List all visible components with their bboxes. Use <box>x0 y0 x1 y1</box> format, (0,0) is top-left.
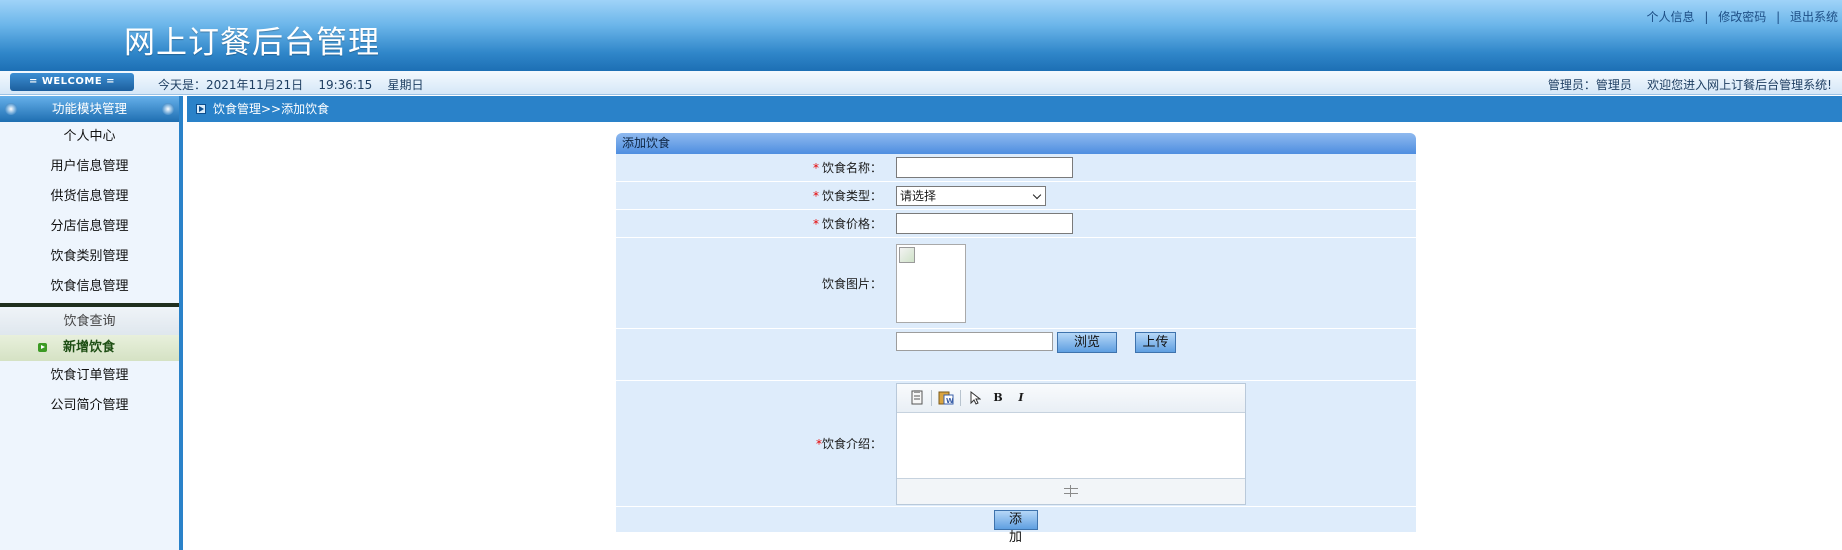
image-label: 饮食图片： <box>821 276 882 291</box>
food-type-select[interactable]: 请选择 <box>896 185 1046 206</box>
orb-icon <box>5 103 17 115</box>
arrow-right-icon <box>38 343 47 352</box>
sidebar-item-food-info[interactable]: 饮食信息管理 <box>0 272 179 302</box>
logout-link[interactable]: 退出系统 <box>1790 10 1838 24</box>
chevron-down-icon <box>1032 190 1042 199</box>
welcome-badge: = WELCOME = <box>10 73 134 91</box>
sidebar-item-company-intro[interactable]: 公司简介管理 <box>0 391 179 421</box>
sidebar-item-branch-info[interactable]: 分店信息管理 <box>0 212 179 242</box>
link-separator: | <box>1704 10 1709 24</box>
paste-text-icon[interactable] <box>907 389 927 407</box>
submit-row: 添 加 <box>616 507 1416 545</box>
toolbar-separator <box>960 389 961 406</box>
paste-word-icon[interactable]: W <box>936 389 956 407</box>
sidebar-header: 功能模块管理 <box>0 96 179 122</box>
file-path-input[interactable] <box>896 332 1053 351</box>
food-price-input[interactable] <box>896 213 1073 234</box>
select-cursor-icon[interactable] <box>965 389 985 407</box>
sidebar-item-food-category[interactable]: 饮食类别管理 <box>0 242 179 272</box>
food-type-selected: 请选择 <box>900 188 937 203</box>
name-label-text: 饮食名称： <box>821 161 882 175</box>
arrow-box-icon <box>196 104 206 114</box>
name-label: * 饮食名称： <box>616 154 896 181</box>
admin-welcome-text: 管理员：管理员 欢迎您进入网上订餐后台管理系统! <box>1547 78 1832 92</box>
orb-icon <box>162 103 174 115</box>
type-label: * 饮食类型： <box>616 182 896 209</box>
header-banner: 网上订餐后台管理 个人信息 | 修改密码 | 退出系统 <box>0 0 1842 71</box>
browse-button[interactable]: 浏览 <box>1057 332 1117 353</box>
submenu-item-label: 新增饮食 <box>63 340 116 355</box>
type-label-text: 饮食类型： <box>821 189 882 203</box>
form-row-image: 饮食图片： <box>616 238 1416 329</box>
form-row-intro: * 饮食介绍： W B I <box>616 381 1416 507</box>
breadcrumb-text: 饮食管理>>添加饮食 <box>213 102 330 116</box>
info-bar: = WELCOME = 今天是：2021年11月21日 19:36:15 星期日… <box>0 71 1842 95</box>
form-title: 添加饮食 <box>616 133 1416 154</box>
svg-text:W: W <box>946 397 954 405</box>
add-food-form: 添加饮食 * 饮食名称： * 饮食类型： 请选择 * 饮食价格： 饮食图片： 浏… <box>616 133 1416 545</box>
add-button[interactable]: 添 加 <box>994 509 1038 545</box>
italic-icon[interactable]: I <box>1011 389 1031 407</box>
required-mark: * <box>812 160 819 175</box>
upload-button[interactable]: 上传 <box>1135 332 1176 353</box>
main-content: 饮食管理>>添加饮食 添加饮食 * 饮食名称： * 饮食类型： 请选择 * 饮食… <box>187 96 1842 550</box>
app-title: 网上订餐后台管理 <box>124 25 380 61</box>
sidebar-item-user-info[interactable]: 用户信息管理 <box>0 152 179 182</box>
form-row-type: * 饮食类型： 请选择 <box>616 182 1416 210</box>
sidebar-title: 功能模块管理 <box>51 101 127 116</box>
breadcrumb: 饮食管理>>添加饮食 <box>187 96 1842 122</box>
editor-toolbar: W B I <box>897 383 1245 413</box>
sidebar-item-supply-info[interactable]: 供货信息管理 <box>0 182 179 212</box>
price-label-text: 饮食价格： <box>821 217 882 231</box>
rich-text-editor: W B I <box>896 382 1246 505</box>
link-separator: | <box>1776 10 1781 24</box>
required-mark: * <box>812 188 819 203</box>
sidebar-item-food-orders[interactable]: 饮食订单管理 <box>0 361 179 391</box>
intro-label-text: 饮食介绍： <box>821 437 882 451</box>
broken-image-icon <box>899 246 915 263</box>
profile-link[interactable]: 个人信息 <box>1647 10 1695 24</box>
bold-icon[interactable]: B <box>988 389 1008 407</box>
toolbar-separator <box>931 389 932 406</box>
form-row-name: * 饮食名称： <box>616 154 1416 182</box>
food-submenu: 饮食查询 新增饮食 <box>0 309 179 361</box>
sidebar-item-personal-center[interactable]: 个人中心 <box>0 122 179 152</box>
resize-handle-icon[interactable] <box>1064 485 1078 497</box>
food-name-input[interactable] <box>896 157 1073 178</box>
change-password-link[interactable]: 修改密码 <box>1718 10 1766 24</box>
required-mark: * <box>812 216 819 231</box>
top-links: 个人信息 | 修改密码 | 退出系统 <box>1647 8 1838 25</box>
price-label: * 饮食价格： <box>616 210 896 237</box>
date-time-text: 今天是：2021年11月21日 19:36:15 星期日 <box>158 78 424 92</box>
form-row-upload: 浏览 上传 <box>616 329 1416 381</box>
submenu-item-food-query[interactable]: 饮食查询 <box>0 309 179 335</box>
form-row-price: * 饮食价格： <box>616 210 1416 238</box>
submenu-item-add-food[interactable]: 新增饮食 <box>0 335 179 361</box>
menu-divider <box>0 303 179 307</box>
intro-editor-area[interactable] <box>897 412 1245 479</box>
intro-label: * 饮食介绍： <box>616 381 896 506</box>
editor-footer <box>897 479 1245 504</box>
sidebar: 功能模块管理 个人中心 用户信息管理 供货信息管理 分店信息管理 饮食类别管理 … <box>0 96 183 550</box>
food-image-preview <box>896 243 966 323</box>
